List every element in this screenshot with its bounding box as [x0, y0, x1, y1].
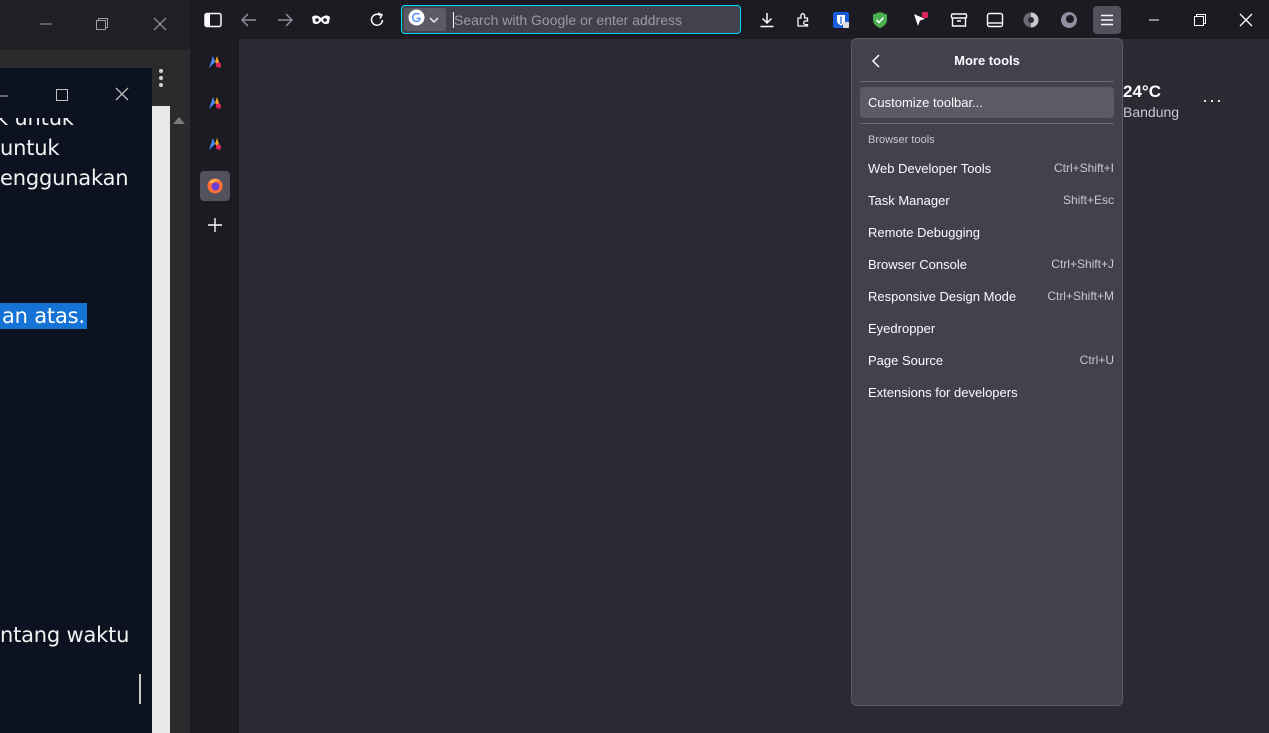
- background-window-edge: [170, 106, 190, 733]
- inner-minimize-icon[interactable]: [0, 86, 10, 104]
- back-icon[interactable]: [235, 6, 263, 34]
- adblock-shield-icon[interactable]: [866, 6, 894, 34]
- inner-close-icon[interactable]: [115, 87, 129, 106]
- window-minimize-icon[interactable]: [1140, 6, 1168, 34]
- panel-header: More tools: [852, 39, 1122, 81]
- menu-item-extensions-for-developers[interactable]: Extensions for developers: [860, 377, 1114, 407]
- menu-item-label: Extensions for developers: [868, 385, 1018, 400]
- minimize-icon[interactable]: [36, 14, 56, 34]
- reload-icon[interactable]: [363, 6, 391, 34]
- chevron-down-icon: [429, 11, 439, 29]
- reader-sidebar-icon[interactable]: [981, 6, 1009, 34]
- downloads-icon[interactable]: [753, 6, 781, 34]
- app-menu-button[interactable]: [1093, 6, 1121, 34]
- menu-item-web-developer-tools[interactable]: Web Developer Tools Ctrl+Shift+I: [860, 153, 1114, 183]
- kebab-menu-icon[interactable]: [150, 66, 172, 92]
- scroll-up-arrow-icon[interactable]: [172, 112, 186, 130]
- doc-text-line: k untuk: [0, 106, 74, 130]
- window-restore-icon[interactable]: [1186, 6, 1214, 34]
- menu-item-label: Eyedropper: [868, 321, 936, 336]
- sidebar-add-icon[interactable]: [200, 210, 230, 240]
- inner-maximize-icon[interactable]: [56, 88, 68, 106]
- divider: [860, 81, 1114, 82]
- menu-item-shortcut: Shift+Esc: [1062, 193, 1114, 207]
- hamburger-icon: [1101, 14, 1113, 26]
- scrollbar-track[interactable]: [152, 106, 170, 733]
- menu-item-shortcut: Ctrl+Shift+M: [1047, 289, 1114, 303]
- menu-item-shortcut: Ctrl+U: [1079, 353, 1114, 367]
- google-g-icon: [408, 9, 425, 31]
- restore-icon[interactable]: [92, 14, 112, 34]
- private-mask-icon[interactable]: [307, 6, 335, 34]
- panel-title: More tools: [954, 53, 1020, 68]
- doc-text-selected: an atas.: [0, 303, 87, 329]
- menu-item-label: Browser Console: [868, 257, 967, 272]
- doc-text-line: untuk: [0, 136, 60, 160]
- tab-stash-icon[interactable]: [945, 6, 973, 34]
- bitwarden-extension-icon[interactable]: [827, 6, 855, 34]
- weather-more-options-icon[interactable]: ···: [1202, 90, 1223, 111]
- forward-icon[interactable]: [271, 6, 299, 34]
- sidebar-ai-app-icon[interactable]: [200, 129, 230, 159]
- menu-item-browser-console[interactable]: Browser Console Ctrl+Shift+J: [860, 249, 1114, 279]
- sidebar-ai-app-icon[interactable]: [200, 47, 230, 77]
- menu-item-eyedropper[interactable]: Eyedropper: [860, 313, 1114, 343]
- sidebar-ai-app-icon[interactable]: [200, 88, 230, 118]
- menu-item-label: Web Developer Tools: [868, 161, 992, 176]
- address-placeholder: Search with Google or enter address: [454, 12, 683, 28]
- menu-item-label: Remote Debugging: [868, 225, 981, 240]
- address-bar[interactable]: Search with Google or enter address: [401, 5, 741, 34]
- weather-temperature[interactable]: 24°C: [1123, 82, 1161, 102]
- menu-item-label: Page Source: [868, 353, 944, 368]
- selected-text: an atas.: [0, 303, 87, 329]
- menu-item-shortcut: Ctrl+Shift+J: [1051, 257, 1114, 271]
- menu-item-page-source[interactable]: Page Source Ctrl+U: [860, 345, 1114, 375]
- profile-account-icon[interactable]: [1055, 6, 1083, 34]
- inner-dialog: k untuk untuk enggunakan an atas. ntang …: [0, 68, 152, 733]
- sidebar-toggle-icon[interactable]: [199, 6, 227, 34]
- menu-item-label: Task Manager: [868, 193, 950, 208]
- window-close-icon[interactable]: [1232, 6, 1260, 34]
- sidebar-firefox-icon[interactable]: [200, 171, 230, 201]
- weather-city[interactable]: Bandung: [1123, 104, 1179, 120]
- menu-item-label: Responsive Design Mode: [868, 289, 1017, 304]
- doc-text-line: ntang waktu: [0, 623, 130, 647]
- mouse-gesture-extension-icon[interactable]: [906, 6, 934, 34]
- background-window-titlebar: [0, 0, 190, 50]
- browser-sidebar: [190, 39, 239, 733]
- section-heading: Browser tools: [868, 134, 935, 146]
- dark-reader-icon[interactable]: [1017, 6, 1045, 34]
- doc-text-line: enggunakan: [0, 166, 129, 190]
- menu-item-responsive-design-mode[interactable]: Responsive Design Mode Ctrl+Shift+M: [860, 281, 1114, 311]
- inner-dialog-titlebar: [0, 68, 152, 108]
- search-engine-button[interactable]: [404, 8, 446, 31]
- extensions-icon[interactable]: [789, 6, 817, 34]
- menu-item-remote-debugging[interactable]: Remote Debugging: [860, 217, 1114, 247]
- customize-toolbar-label: Customize toolbar...: [868, 95, 983, 110]
- more-tools-panel: More tools Customize toolbar... Browser …: [851, 38, 1123, 706]
- text-cursor-bar: [139, 674, 141, 704]
- close-icon[interactable]: [150, 14, 170, 34]
- background-window: k untuk untuk enggunakan an atas. ntang …: [0, 0, 190, 733]
- divider: [860, 123, 1114, 124]
- customize-toolbar-item[interactable]: Customize toolbar...: [860, 87, 1114, 118]
- menu-item-shortcut: Ctrl+Shift+I: [1053, 161, 1114, 175]
- menu-item-task-manager[interactable]: Task Manager Shift+Esc: [860, 185, 1114, 215]
